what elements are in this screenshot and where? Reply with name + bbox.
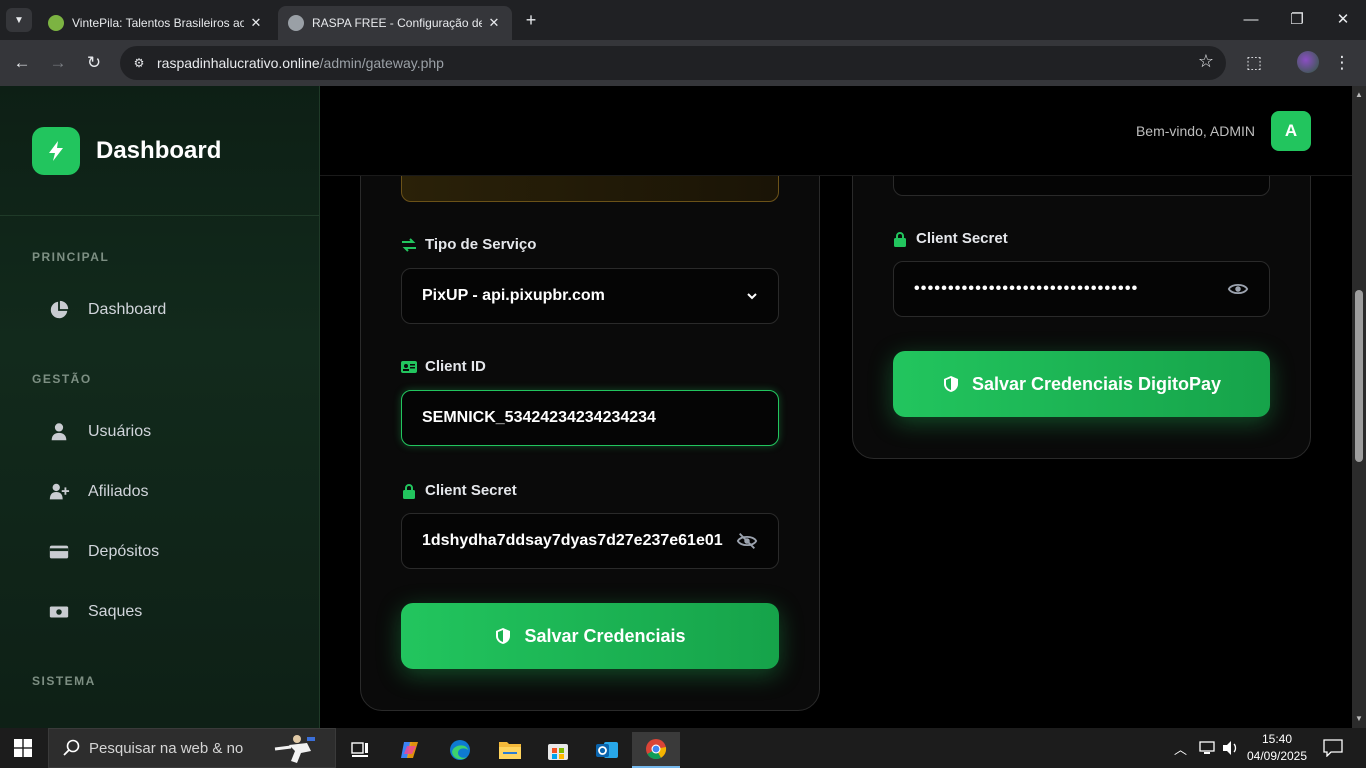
restore-icon[interactable]: ❐ [1274,6,1320,34]
sidebar-brand[interactable]: Dashboard [0,86,319,216]
search-icon [63,739,80,756]
client-secret-value: 1dshydha7ddsay7dyas7d27e237e61e01 [422,532,723,549]
browser-tab-raspa-free[interactable]: RASPA FREE - Configuração de G ✕ [278,6,512,40]
user-icon [51,423,67,441]
eye-slash-icon[interactable] [736,530,758,552]
shield-icon [943,376,958,392]
browser-toolbar: ← → ↻ ⚙ raspadinhalucrativo.online/admin… [0,40,1366,86]
browser-tab-vintepila[interactable]: VintePila: Talentos Brasileiros ao ✕ [38,6,274,40]
chart-pie-icon [50,300,69,319]
vintepila-favicon-icon [48,15,64,31]
lock-icon [403,483,415,499]
client-secret-masked-value: ••••••••••••••••••••••••••••••••• [914,280,1139,297]
chrome-taskbar-icon[interactable] [632,732,680,768]
money-bill-icon [49,606,69,618]
profile-avatar[interactable] [1297,51,1319,73]
outlook-icon[interactable] [583,732,631,768]
url-text: raspadinhalucrativo.online/admin/gateway… [157,55,444,71]
sidebar-item-label: Saques [88,603,143,620]
network-icon[interactable] [1199,728,1217,768]
service-type-select[interactable]: PixUP - api.pixupbr.com [401,268,779,324]
reload-icon[interactable]: ↻ [81,50,107,76]
sidebar-item-label: Dashboard [88,301,167,318]
close-tab-icon[interactable]: ✕ [486,15,502,31]
new-tab-icon[interactable]: + [520,8,542,32]
digitopay-client-secret-input[interactable]: ••••••••••••••••••••••••••••••••• [893,261,1270,317]
site-settings-icon[interactable]: ⚙ [130,54,148,72]
shield-icon [496,628,511,644]
digitopay-client-secret-label: Client Secret [892,230,1008,247]
nav-section-gestao: GESTÃO [32,372,92,386]
menu-kebab-icon[interactable]: ⋮ [1329,50,1355,76]
edge-browser-icon[interactable] [436,732,484,768]
chevron-down-icon [747,293,757,300]
close-window-icon[interactable]: ✕ [1320,6,1366,34]
clock-time: 15:40 [1261,732,1293,746]
extensions-icon[interactable]: ⬚ [1241,50,1267,76]
sidebar-item-afiliados[interactable]: Afiliados [48,480,148,504]
browser-tab-strip: ▼ VintePila: Talentos Brasileiros ao ✕ R… [0,0,1366,40]
minimize-icon[interactable]: — [1228,6,1274,34]
welcome-text: Bem-vindo, ADMIN [1135,123,1255,139]
nav-section-principal: PRINCIPAL [32,250,110,264]
windows-taskbar: Pesquisar na web & no ︿ 15:40 04/09/2025 [0,728,1366,768]
scroll-down-icon[interactable]: ▼ [1352,712,1366,726]
search-highlight-art-icon [274,735,315,763]
eye-icon[interactable] [1227,278,1249,300]
sidebar-item-usuarios[interactable]: Usuários [48,420,151,444]
sidebar-item-label: Afiliados [88,483,149,500]
forward-icon[interactable]: → [45,50,71,76]
service-type-value: PixUP - api.pixupbr.com [422,287,605,304]
lock-icon [894,231,906,247]
brand-title: Dashboard [96,137,222,164]
sidebar-item-label: Usuários [88,423,152,440]
taskbar-search-box[interactable]: Pesquisar na web & no [48,728,336,768]
file-explorer-icon[interactable] [486,732,534,768]
client-id-input[interactable]: SEMNICK_53424234234234234 [401,390,779,446]
back-icon[interactable]: ← [9,50,35,76]
credit-card-icon [49,545,69,559]
sidebar-item-depositos[interactable]: Depósitos [48,540,159,564]
scroll-up-icon[interactable]: ▲ [1352,88,1366,102]
tab-title: RASPA FREE - Configuração de G [312,16,482,30]
globe-favicon-icon [288,15,304,31]
exchange-icon [402,237,416,252]
notifications-icon[interactable] [1323,728,1343,768]
microsoft-store-icon[interactable] [534,732,582,768]
sidebar: Dashboard PRINCIPAL Dashboard GESTÃO Usu… [0,86,320,728]
sidebar-item-saques[interactable]: Saques [48,600,142,624]
tray-chevron-up-icon[interactable]: ︿ [1174,728,1187,768]
admin-topbar: Bem-vindo, ADMIN A [320,86,1352,176]
close-tab-icon[interactable]: ✕ [248,15,264,31]
task-view-icon[interactable] [336,732,384,768]
admin-avatar[interactable]: A [1271,111,1311,151]
bookmark-star-icon[interactable]: ☆ [1198,51,1214,72]
page-viewport: Dashboard PRINCIPAL Dashboard GESTÃO Usu… [0,86,1352,728]
tab-title: VintePila: Talentos Brasileiros ao [72,16,244,30]
client-id-value: SEMNICK_53424234234234234 [422,409,656,426]
tab-search-icon[interactable]: ▼ [6,8,32,32]
windows-start-icon[interactable] [14,739,32,757]
id-card-icon [401,360,417,373]
clock-date: 04/09/2025 [1246,749,1308,763]
bolt-icon [32,127,80,175]
volume-icon[interactable] [1222,728,1240,768]
sidebar-item-dashboard[interactable]: Dashboard [48,298,166,322]
copilot-icon[interactable] [386,732,434,768]
user-plus-icon [49,483,70,500]
taskbar-clock[interactable]: 15:40 04/09/2025 [1244,731,1310,765]
save-digitopay-credentials-button[interactable]: Salvar Credenciais DigitoPay [893,351,1270,417]
client-id-label: Client ID [401,358,486,375]
nav-section-sistema: SISTEMA [32,674,96,688]
sidebar-item-label: Depósitos [88,543,160,560]
scrollbar-thumb[interactable] [1355,290,1363,462]
client-secret-input[interactable]: 1dshydha7ddsay7dyas7d27e237e61e01 [401,513,779,569]
save-credentials-button[interactable]: Salvar Credenciais [401,603,779,669]
search-placeholder: Pesquisar na web & no [89,739,244,757]
address-bar[interactable]: ⚙ raspadinhalucrativo.online/admin/gatew… [120,46,1226,80]
service-type-label: Tipo de Serviço [401,236,536,253]
client-secret-label: Client Secret [401,482,517,499]
